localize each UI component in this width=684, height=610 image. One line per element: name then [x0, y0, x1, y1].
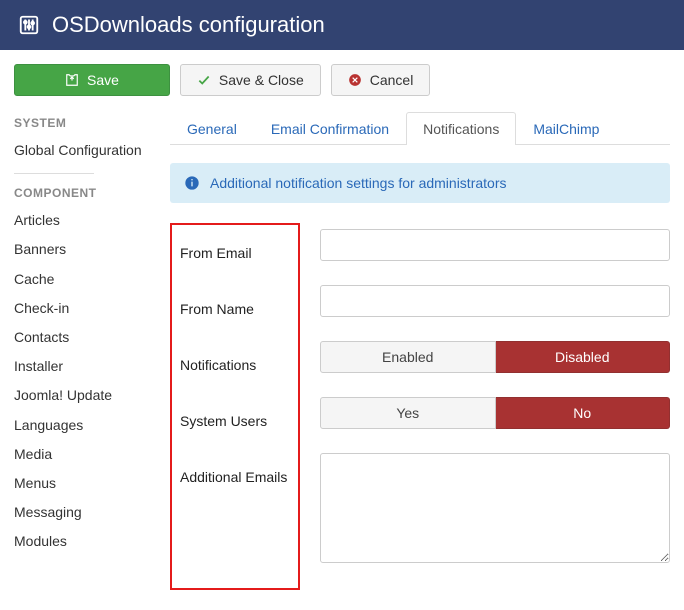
- form-controls: Enabled Disabled Yes No: [320, 223, 670, 590]
- tab-mailchimp[interactable]: MailChimp: [516, 112, 616, 145]
- toolbar: Save Save & Close Cancel: [0, 50, 684, 106]
- label-system-users: System Users: [180, 403, 290, 459]
- system-users-no-button[interactable]: No: [496, 397, 671, 429]
- cancel-label: Cancel: [370, 72, 414, 88]
- label-from-email: From Email: [180, 235, 290, 291]
- form-area: From Email From Name Notifications Syste…: [170, 223, 670, 590]
- label-additional-emails: Additional Emails: [180, 459, 290, 495]
- sidebar-item-contacts[interactable]: Contacts: [14, 323, 144, 352]
- notifications-toggle: Enabled Disabled: [320, 341, 670, 373]
- notifications-enabled-button[interactable]: Enabled: [320, 341, 496, 373]
- sidebar-heading-component: COMPONENT: [14, 186, 144, 200]
- system-users-toggle: Yes No: [320, 397, 670, 429]
- from-name-input[interactable]: [320, 285, 670, 317]
- info-box: Additional notification settings for adm…: [170, 163, 670, 203]
- save-label: Save: [87, 72, 119, 88]
- system-users-yes-button[interactable]: Yes: [320, 397, 496, 429]
- additional-emails-textarea[interactable]: [320, 453, 670, 563]
- sidebar-item-modules[interactable]: Modules: [14, 527, 144, 556]
- save-close-label: Save & Close: [219, 72, 304, 88]
- info-text: Additional notification settings for adm…: [210, 175, 506, 191]
- sidebar-item-check-in[interactable]: Check-in: [14, 294, 144, 323]
- sidebar-item-languages[interactable]: Languages: [14, 411, 144, 440]
- sidebar-item-installer[interactable]: Installer: [14, 352, 144, 381]
- sidebar: SYSTEM Global Configuration COMPONENT Ar…: [14, 112, 144, 590]
- cancel-button[interactable]: Cancel: [331, 64, 431, 96]
- tabs: General Email Confirmation Notifications…: [170, 112, 670, 145]
- tab-notifications[interactable]: Notifications: [406, 112, 516, 145]
- sidebar-item-banners[interactable]: Banners: [14, 235, 144, 264]
- sidebar-item-global-config[interactable]: Global Configuration: [14, 136, 144, 165]
- notifications-disabled-button[interactable]: Disabled: [496, 341, 671, 373]
- save-button[interactable]: Save: [14, 64, 170, 96]
- sidebar-item-articles[interactable]: Articles: [14, 206, 144, 235]
- main-panel: General Email Confirmation Notifications…: [170, 112, 670, 590]
- check-icon: [197, 73, 211, 87]
- sidebar-heading-system: SYSTEM: [14, 116, 144, 130]
- sliders-icon: [18, 14, 40, 36]
- page-title: OSDownloads configuration: [52, 12, 325, 38]
- cancel-icon: [348, 73, 362, 87]
- form-labels-highlight: From Email From Name Notifications Syste…: [170, 223, 300, 590]
- sidebar-item-messaging[interactable]: Messaging: [14, 498, 144, 527]
- tab-email-confirmation[interactable]: Email Confirmation: [254, 112, 406, 145]
- tab-general[interactable]: General: [170, 112, 254, 145]
- save-close-button[interactable]: Save & Close: [180, 64, 321, 96]
- save-icon: [65, 73, 79, 87]
- sidebar-separator: [14, 173, 94, 174]
- sidebar-item-joomla-update[interactable]: Joomla! Update: [14, 381, 144, 410]
- info-icon: [184, 175, 200, 191]
- label-from-name: From Name: [180, 291, 290, 347]
- label-notifications: Notifications: [180, 347, 290, 403]
- app-header: OSDownloads configuration: [0, 0, 684, 50]
- sidebar-item-menus[interactable]: Menus: [14, 469, 144, 498]
- from-email-input[interactable]: [320, 229, 670, 261]
- sidebar-item-media[interactable]: Media: [14, 440, 144, 469]
- sidebar-item-cache[interactable]: Cache: [14, 265, 144, 294]
